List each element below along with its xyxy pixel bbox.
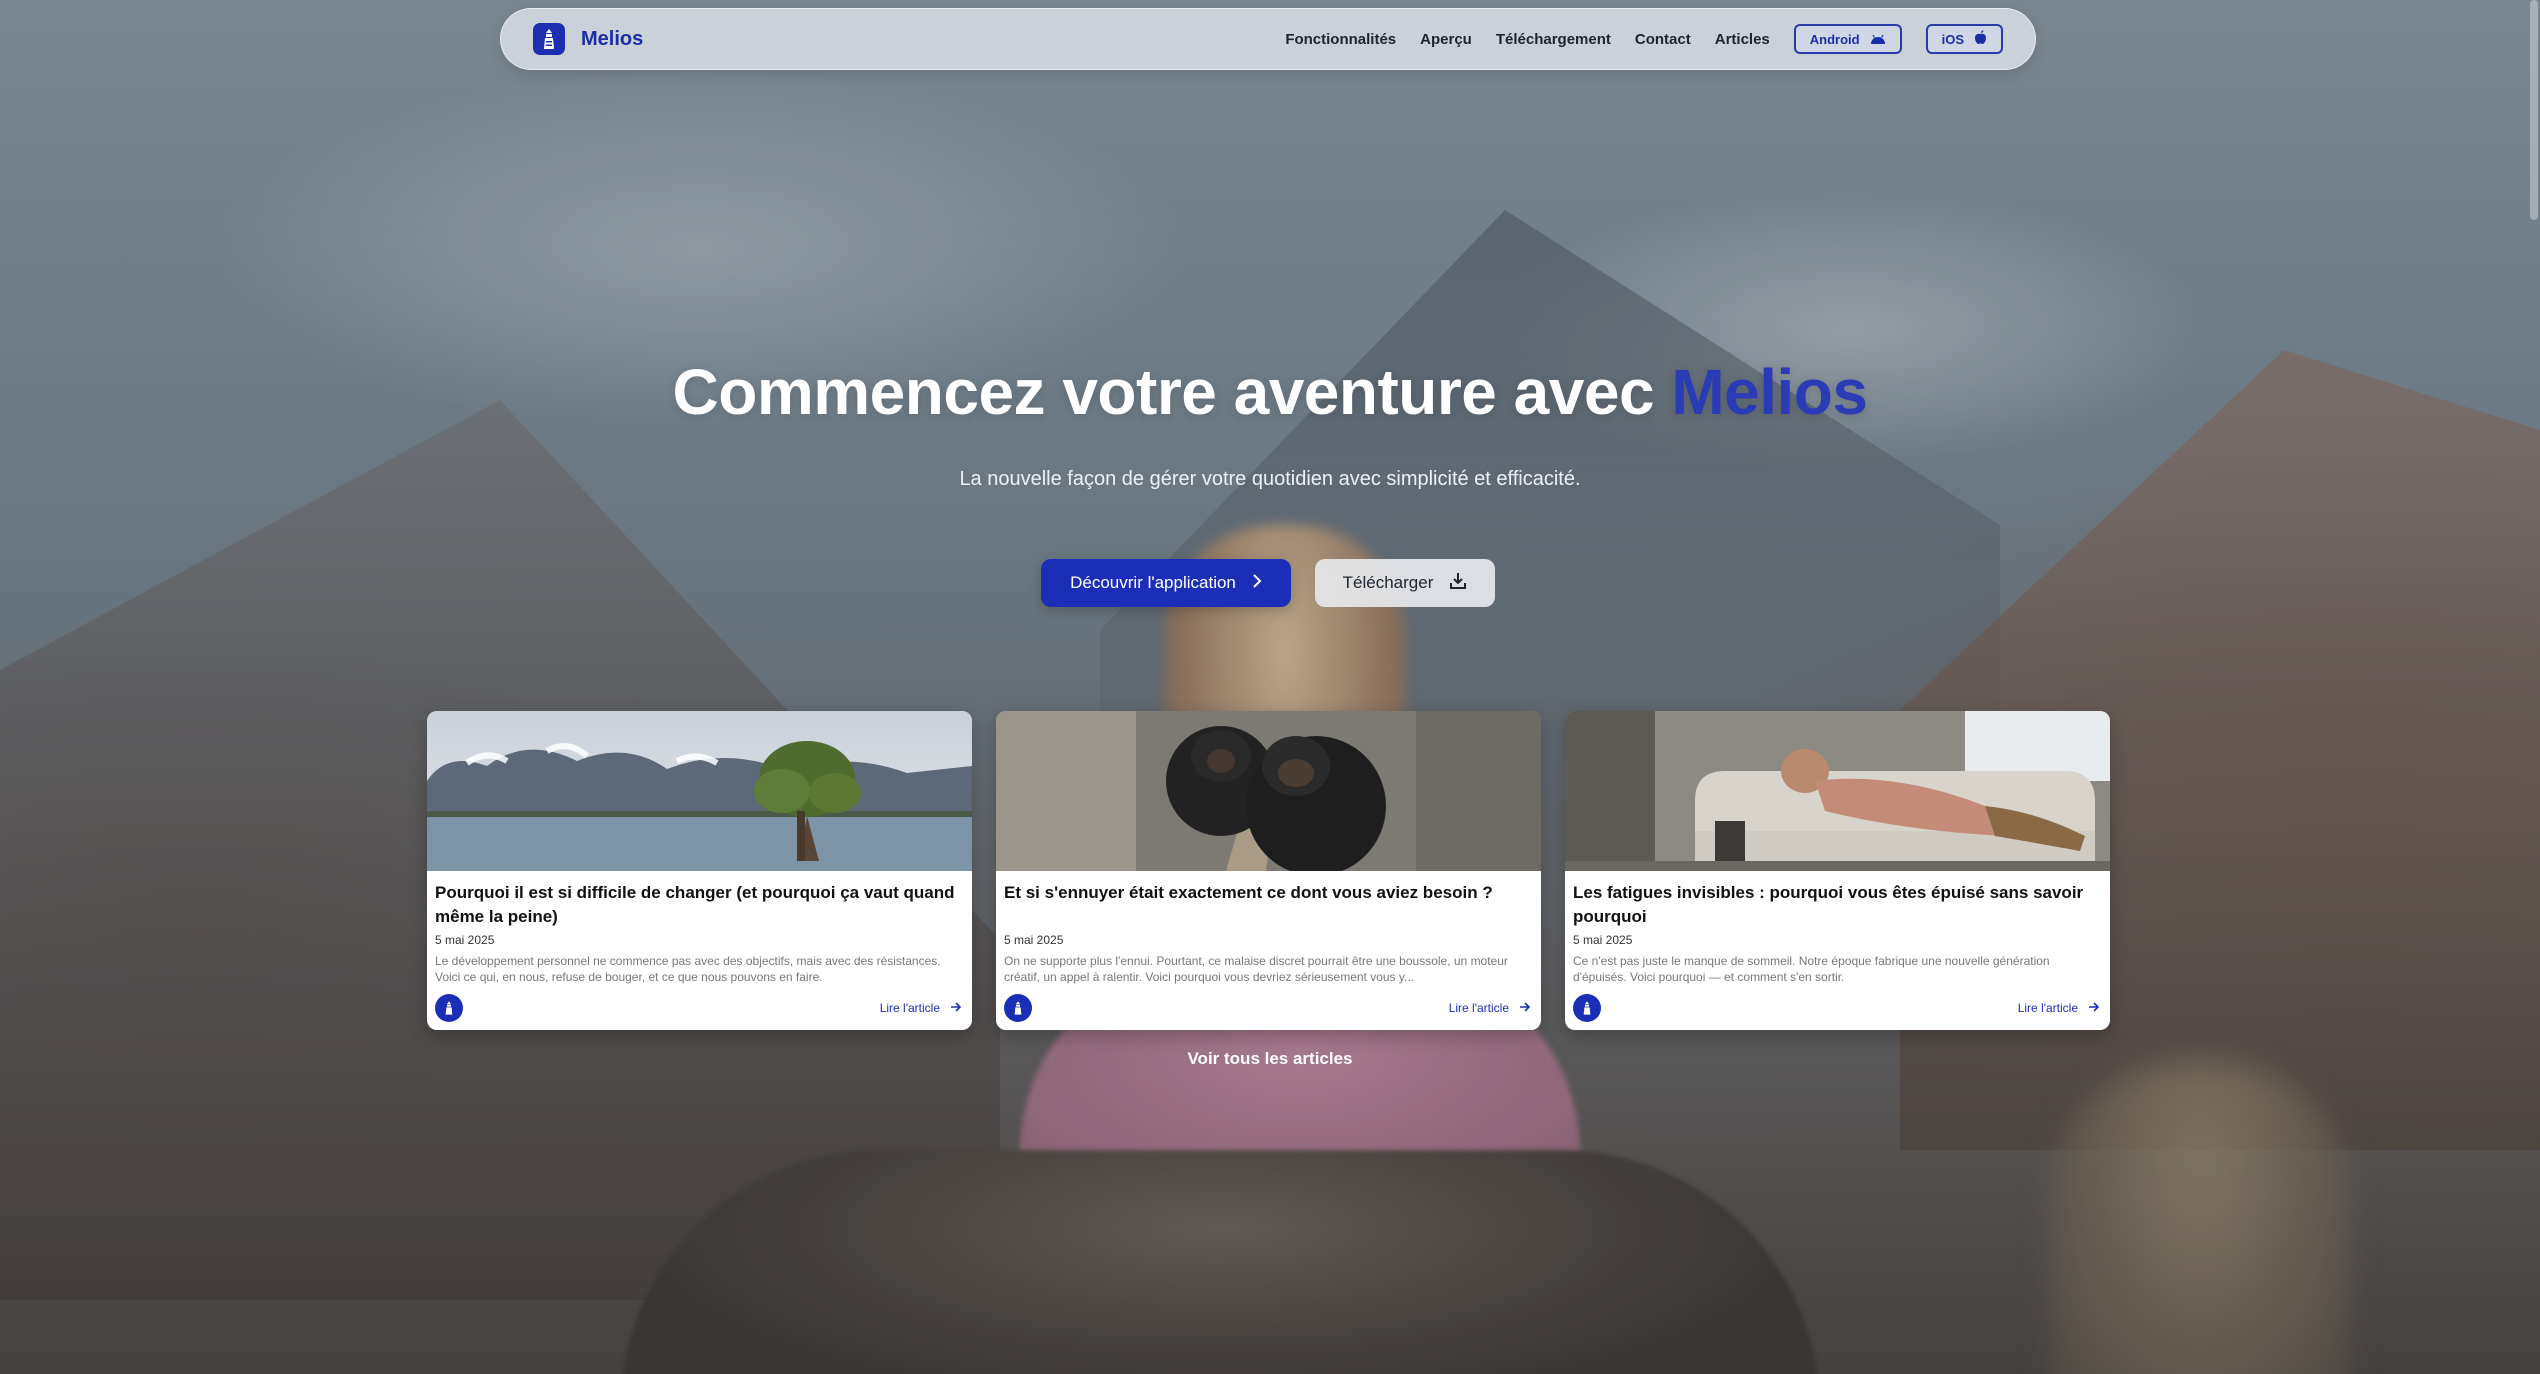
ios-button[interactable]: iOS <box>1925 24 2003 54</box>
nav-link-preview[interactable]: Aperçu <box>1420 31 1472 48</box>
article-date: 5 mai 2025 <box>1573 933 1633 947</box>
article-date: 5 mai 2025 <box>1004 933 1064 947</box>
hero-subtitle: La nouvelle façon de gérer votre quotidi… <box>959 468 1581 490</box>
article-card-footer: Lire l'article <box>1004 994 1531 1022</box>
article-image-sleeping-man <box>1565 711 2110 871</box>
nav-link-articles[interactable]: Articles <box>1715 31 1770 48</box>
arrow-right-icon <box>950 1001 962 1016</box>
article-excerpt: Le développement personnel ne commence p… <box>435 954 941 984</box>
nav-link-features[interactable]: Fonctionnalités <box>1285 31 1396 48</box>
android-label: Android <box>1809 31 1860 47</box>
lighthouse-icon <box>533 23 565 55</box>
read-article-link[interactable]: Lire l'article <box>880 1001 962 1016</box>
article-card-body: Et si s'ennuyer était exactement ce dont… <box>996 871 1541 985</box>
article-card-body: Les fatigues invisibles : pourquoi vous … <box>1565 871 2110 985</box>
article-title[interactable]: Et si s'ennuyer était exactement ce dont… <box>1004 881 1533 929</box>
page-scrollbar[interactable] <box>2530 0 2538 220</box>
arrow-right-icon <box>1519 1001 1531 1016</box>
download-label: Télécharger <box>1342 573 1434 592</box>
article-excerpt: Ce n'est pas juste le manque de sommeil.… <box>1573 954 2050 984</box>
navbar: Melios Fonctionnalités Aperçu Télécharge… <box>500 8 2036 70</box>
nav-link-contact[interactable]: Contact <box>1635 31 1691 48</box>
android-button[interactable]: Android <box>1793 24 1902 54</box>
hero-title-brand: Melios <box>1671 356 1868 428</box>
read-article-link[interactable]: Lire l'article <box>1449 1001 1531 1016</box>
download-button[interactable]: Télécharger <box>1315 559 1495 607</box>
author-avatar <box>435 994 463 1022</box>
article-image-chimpanzees <box>996 711 1541 871</box>
read-article-link[interactable]: Lire l'article <box>2018 1001 2100 1016</box>
read-article-label: Lire l'article <box>879 1001 940 1015</box>
article-title[interactable]: Pourquoi il est si difficile de changer … <box>435 881 964 929</box>
background-overlay <box>0 0 2540 1374</box>
article-card-footer: Lire l'article <box>435 994 962 1022</box>
apple-icon <box>1974 30 1987 48</box>
hero-title: Commencez votre aventure avec Melios <box>0 355 2540 429</box>
arrow-right-icon <box>2088 1001 2100 1016</box>
ios-label: iOS <box>1941 31 1964 47</box>
nav-links: Fonctionnalités Aperçu Téléchargement Co… <box>1285 24 2003 54</box>
discover-app-label: Découvrir l'application <box>1070 573 1236 592</box>
article-card[interactable]: Et si s'ennuyer était exactement ce dont… <box>996 711 1541 1030</box>
author-avatar <box>1004 994 1032 1022</box>
brand-logo[interactable]: Melios <box>533 23 643 55</box>
chevron-right-icon <box>1252 573 1262 593</box>
article-card-footer: Lire l'article <box>1573 994 2100 1022</box>
article-excerpt: On ne supporte plus l'ennui. Pourtant, c… <box>1004 954 1508 984</box>
article-title[interactable]: Les fatigues invisibles : pourquoi vous … <box>1573 881 2102 929</box>
article-cards: Pourquoi il est si difficile de changer … <box>427 711 2110 1030</box>
discover-app-button[interactable]: Découvrir l'application <box>1041 559 1291 607</box>
article-card[interactable]: Pourquoi il est si difficile de changer … <box>427 711 972 1030</box>
nav-link-download[interactable]: Téléchargement <box>1496 31 1611 48</box>
read-article-label: Lire l'article <box>1448 1001 1509 1015</box>
download-icon <box>1449 572 1467 595</box>
author-avatar <box>1573 994 1601 1022</box>
hero-background <box>0 0 2540 1374</box>
hero-title-text: Commencez votre aventure avec <box>672 356 1655 428</box>
brand-name: Melios <box>581 27 644 50</box>
article-card-body: Pourquoi il est si difficile de changer … <box>427 871 972 985</box>
read-article-label: Lire l'article <box>2017 1001 2078 1015</box>
article-date: 5 mai 2025 <box>435 933 495 947</box>
see-all-articles-link[interactable]: Voir tous les articles <box>0 1049 2540 1069</box>
article-image-lake <box>427 711 972 871</box>
article-card[interactable]: Les fatigues invisibles : pourquoi vous … <box>1565 711 2110 1030</box>
android-icon <box>1870 32 1886 47</box>
